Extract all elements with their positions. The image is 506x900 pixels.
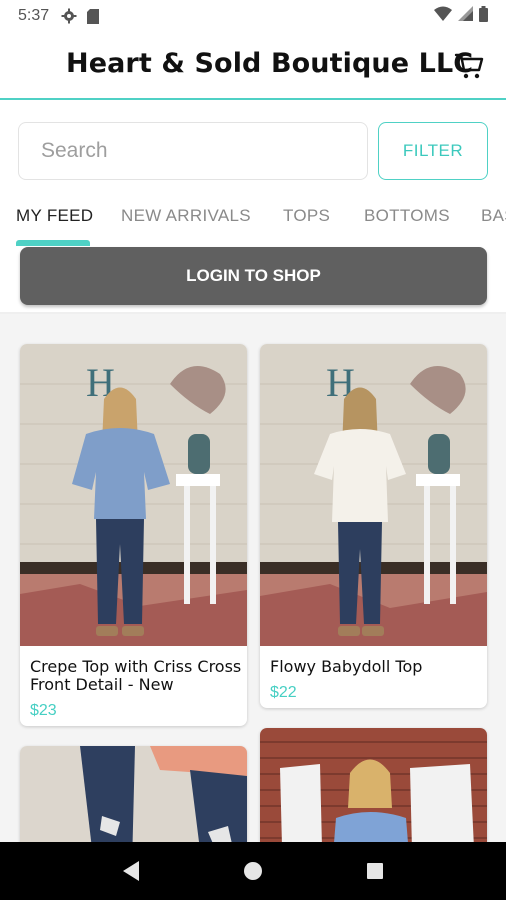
signal-icon — [458, 6, 473, 26]
login-to-shop-button[interactable]: LOGIN TO SHOP — [20, 247, 487, 305]
home-circle-icon — [244, 862, 262, 880]
sd-card-icon — [87, 8, 100, 24]
product-name: Crepe Top with Criss Cross Front Detail … — [30, 657, 242, 694]
back-triangle-icon — [123, 861, 139, 881]
cart-icon — [454, 53, 484, 79]
product-card[interactable]: H S Crepe Top with Criss Cross Front Det… — [20, 344, 247, 726]
tab-bottoms[interactable]: BOTTOMS — [364, 206, 450, 226]
product-card[interactable]: H S Flowy Babydoll Top $22 — [260, 344, 487, 708]
active-tab-indicator — [16, 240, 90, 246]
search-input[interactable] — [18, 122, 368, 180]
wifi-icon — [434, 6, 452, 26]
system-nav-bar — [0, 842, 506, 900]
recents-button[interactable] — [355, 851, 395, 891]
category-tabs: MY FEED NEW ARRIVALS TOPS BOTTOMS BAS — [0, 196, 506, 246]
filter-button[interactable]: FILTER — [378, 122, 488, 180]
cart-button[interactable] — [452, 49, 486, 83]
tab-new-arrivals[interactable]: NEW ARRIVALS — [121, 206, 251, 226]
status-bar: 5:37 — [0, 0, 506, 32]
product-price: $22 — [270, 684, 297, 701]
tab-tops[interactable]: TOPS — [283, 206, 330, 226]
recents-square-icon — [367, 863, 383, 879]
status-time: 5:37 — [18, 7, 50, 24]
status-icons-right — [434, 5, 488, 27]
tab-bas[interactable]: BAS — [481, 206, 506, 226]
tab-my-feed[interactable]: MY FEED — [16, 206, 93, 226]
battery-icon — [479, 5, 488, 27]
product-price: $23 — [30, 702, 57, 719]
app-bar: Heart & Sold Boutique LLC — [0, 32, 506, 100]
home-button[interactable] — [233, 851, 273, 891]
app-screen: 5:37 Heart & Sold Boutique LLC Search FI… — [0, 0, 506, 900]
gear-icon — [61, 8, 77, 24]
product-image: H S — [20, 344, 247, 646]
product-image: H S — [260, 344, 487, 646]
back-button[interactable] — [111, 851, 151, 891]
app-title: Heart & Sold Boutique LLC — [66, 48, 474, 79]
product-name: Flowy Babydoll Top — [270, 657, 423, 676]
